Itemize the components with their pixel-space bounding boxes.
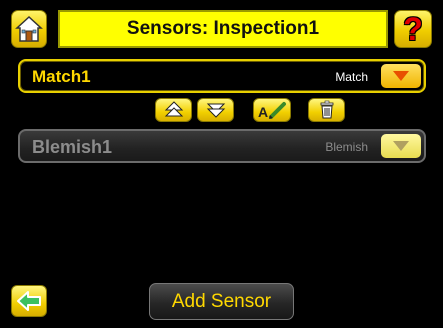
rename-letter: A [258,104,268,120]
chevron-down-icon [393,141,409,151]
delete-icon [320,100,333,119]
chevron-down-icon [393,71,409,81]
move-up-button[interactable] [155,98,192,122]
move-up-icon [164,101,183,117]
sensor-name: Match1 [32,67,91,86]
add-sensor-button[interactable]: Add Sensor [149,283,294,320]
sensor-type: Match [335,70,368,84]
sensor-dropdown-button[interactable] [381,134,421,158]
home-button[interactable] [11,10,47,48]
sensor-row-match1[interactable]: Match1 Match [18,59,426,93]
move-down-button[interactable] [197,98,234,122]
home-icon [15,15,43,42]
page-title: Sensors: Inspection1 [58,10,388,48]
back-arrow-icon [17,291,41,311]
sensor-row-blemish1[interactable]: Blemish1 Blemish [18,129,426,163]
sensor-type: Blemish [325,140,368,154]
rename-button[interactable]: A [253,98,291,122]
help-icon: ? [403,10,423,47]
delete-button[interactable] [308,98,345,122]
sensor-name: Blemish1 [32,137,113,157]
help-button[interactable]: ? [394,10,432,48]
sensor-dropdown-button[interactable] [381,64,421,88]
move-down-icon [206,103,225,118]
back-button[interactable] [11,285,47,317]
rename-icon: A [258,102,286,120]
